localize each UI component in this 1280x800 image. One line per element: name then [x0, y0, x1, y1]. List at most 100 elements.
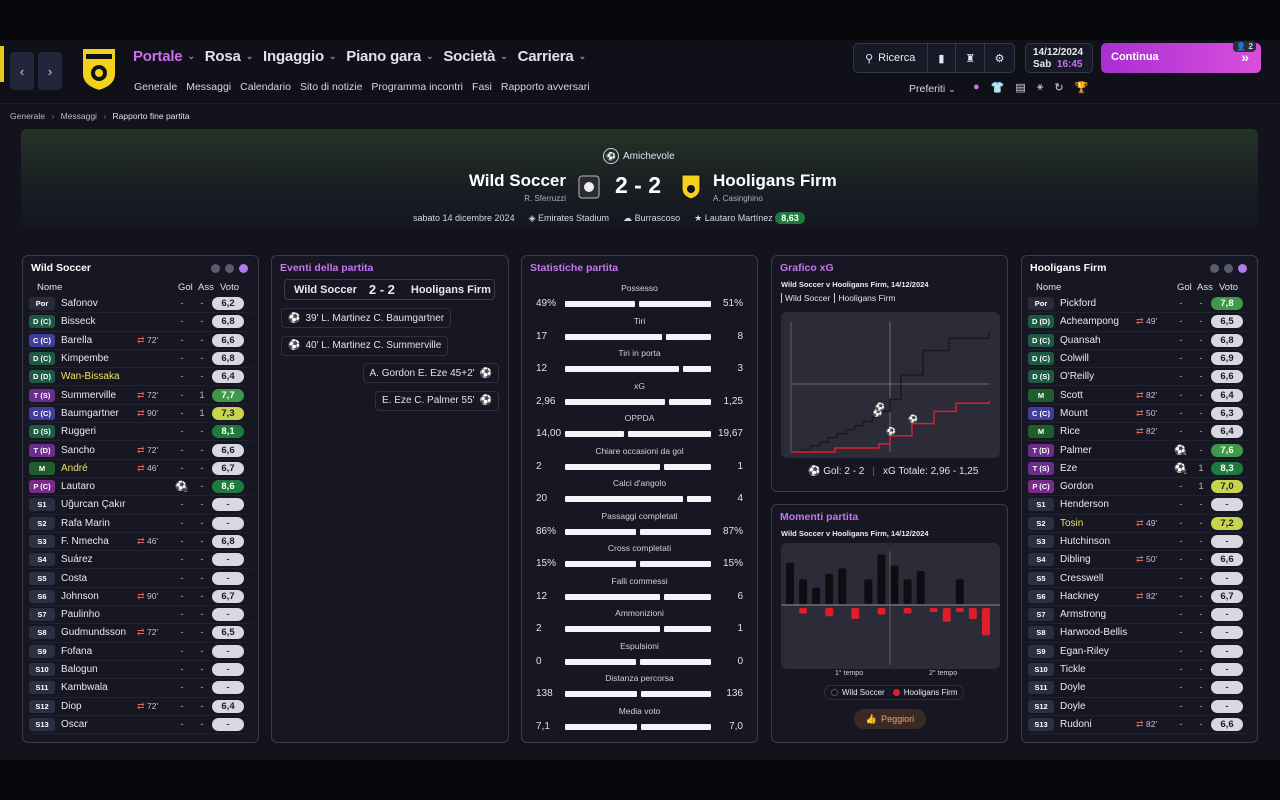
- player-row[interactable]: P (C) Lautaro ⚽ 2-8,6: [29, 478, 252, 497]
- match-event[interactable]: E. Eze C. Palmer 55' ⚽: [375, 390, 499, 411]
- nav-item-2[interactable]: Ingaggio ⌄: [263, 48, 336, 65]
- xg-tab-away[interactable]: Hooligans Firm: [834, 293, 896, 303]
- player-row[interactable]: S2 Rafa Marin - - -: [29, 515, 252, 533]
- forward-button[interactable]: ›: [38, 52, 62, 90]
- breadcrumb-item[interactable]: Messaggi: [61, 111, 97, 121]
- refresh-icon[interactable]: ↻: [1054, 81, 1063, 94]
- player-row[interactable]: S10 Tickle - - -: [1028, 661, 1251, 680]
- nav-item-3[interactable]: Piano gara ⌄: [346, 48, 433, 65]
- player-row[interactable]: S13 Rudoni ⇄ 82' - -6,6: [1028, 716, 1251, 735]
- view-dot[interactable]: [1238, 264, 1247, 273]
- player-row[interactable]: S5 Cresswell - - -: [1028, 569, 1251, 588]
- worst-moments-button[interactable]: 👍 Peggiori: [854, 709, 926, 729]
- player-row[interactable]: S5 Costa - - -: [29, 569, 252, 588]
- favourites-dropdown[interactable]: Preferiti ⌄: [909, 83, 956, 95]
- col-voto[interactable]: Voto: [1219, 282, 1238, 293]
- player-row[interactable]: D (C) Kimpembe - -6,8: [29, 350, 252, 369]
- col-name[interactable]: Nome: [1036, 282, 1061, 293]
- col-ass[interactable]: Ass: [198, 282, 214, 293]
- continue-button[interactable]: Continua » 👤 2: [1101, 41, 1261, 73]
- view-dot[interactable]: [239, 264, 248, 273]
- player-row[interactable]: D (D) Acheampong ⇄ 49' - -6,5: [1028, 313, 1251, 332]
- trophy-icon[interactable]: 🏆: [1075, 81, 1089, 94]
- player-row[interactable]: S8 Gudmundsson ⇄ 72' - -6,5: [29, 624, 252, 643]
- player-row[interactable]: S4 Dibling ⇄ 50' - -6,6: [1028, 551, 1251, 570]
- panel-view-toggle[interactable]: [1210, 264, 1247, 273]
- player-row[interactable]: S11 Kambwala - - -: [29, 679, 252, 698]
- shirt-icon[interactable]: 👕: [991, 81, 1005, 94]
- player-row[interactable]: M André ⇄ 46' - -6,7: [29, 460, 252, 478]
- player-row[interactable]: S8 Harwood-Bellis - - -: [1028, 624, 1251, 643]
- player-row[interactable]: S6 Hackney ⇄ 82' - -6,7: [1028, 588, 1251, 607]
- player-row[interactable]: S2 Tosin ⇄ 49' - -7,2: [1028, 515, 1251, 533]
- player-row[interactable]: S7 Armstrong - - -: [1028, 606, 1251, 625]
- player-row[interactable]: Por Safonov - -6,2: [29, 295, 252, 314]
- player-row[interactable]: D (D) Wan-Bissaka - -6,4: [29, 368, 252, 387]
- player-row[interactable]: S13 Oscar - - -: [29, 716, 252, 735]
- player-row[interactable]: S7 Paulinho - - -: [29, 606, 252, 625]
- player-row[interactable]: S12 Diop ⇄ 72' - -6,4: [29, 698, 252, 716]
- player-row[interactable]: C (C) Mount ⇄ 50' - -6,3: [1028, 405, 1251, 424]
- player-row[interactable]: D (C) Colwill - -6,9: [1028, 350, 1251, 369]
- chat-icon[interactable]: ●: [973, 81, 980, 94]
- date-display[interactable]: 14/12/2024 Sab 16:45: [1025, 43, 1093, 73]
- settings-button[interactable]: ⚙: [985, 44, 1014, 72]
- tactics-icon[interactable]: ⚹: [1037, 81, 1044, 94]
- subnav-item[interactable]: Generale: [134, 81, 177, 93]
- home-team-name[interactable]: Wild Soccer: [469, 171, 566, 191]
- view-dot[interactable]: [225, 264, 234, 273]
- player-row[interactable]: T (S) Summerville ⇄ 72' -1 7,7: [29, 386, 252, 405]
- player-of-match[interactable]: Lautaro Martínez: [705, 213, 773, 223]
- player-row[interactable]: P (C) Gordon -1 7,0: [1028, 478, 1251, 497]
- player-row[interactable]: S10 Balogun - - -: [29, 661, 252, 680]
- subnav-item[interactable]: Messaggi: [186, 81, 231, 93]
- col-name[interactable]: Nome: [37, 282, 62, 293]
- player-row[interactable]: S6 Johnson ⇄ 90' - -6,7: [29, 588, 252, 607]
- nav-item-0[interactable]: Portale ⌄: [133, 48, 195, 65]
- player-row[interactable]: T (D) Palmer ⚽ 1-7,6: [1028, 441, 1251, 460]
- col-gol[interactable]: Gol: [1177, 282, 1192, 293]
- player-row[interactable]: D (C) Bisseck - -6,8: [29, 313, 252, 332]
- player-row[interactable]: Por Pickford - -7,8: [1028, 295, 1251, 314]
- view-dot[interactable]: [1210, 264, 1219, 273]
- player-row[interactable]: S12 Doyle - - -: [1028, 698, 1251, 716]
- view-dot[interactable]: [1224, 264, 1233, 273]
- col-ass[interactable]: Ass: [1197, 282, 1213, 293]
- nav-item-5[interactable]: Carriera ⌄: [518, 48, 587, 65]
- player-row[interactable]: S11 Doyle - - -: [1028, 679, 1251, 698]
- player-row[interactable]: S1 Uğurcan Çakır - - -: [29, 496, 252, 515]
- subnav-item[interactable]: Sito di notizie: [300, 81, 362, 93]
- view-dot[interactable]: [211, 264, 220, 273]
- nav-item-4[interactable]: Società ⌄: [443, 48, 508, 65]
- col-voto[interactable]: Voto: [220, 282, 239, 293]
- back-button[interactable]: ‹: [10, 52, 34, 90]
- player-row[interactable]: S9 Fofana - - -: [29, 643, 252, 661]
- kit-button[interactable]: ♜: [956, 44, 986, 72]
- player-row[interactable]: C (C) Barella ⇄ 72' - -6,6: [29, 332, 252, 350]
- player-row[interactable]: D (S) Ruggeri - -8,1: [29, 423, 252, 442]
- player-row[interactable]: D (C) Quansah - -6,8: [1028, 332, 1251, 350]
- player-row[interactable]: M Rice ⇄ 82' - -6,4: [1028, 423, 1251, 442]
- subnav-item[interactable]: Calendario: [240, 81, 291, 93]
- panel-view-toggle[interactable]: [211, 264, 248, 273]
- subnav-item[interactable]: Rapporto avversari: [501, 81, 590, 93]
- player-row[interactable]: S3 F. Nmecha ⇄ 46' - -6,8: [29, 533, 252, 552]
- xg-tab-home[interactable]: Wild Soccer: [781, 293, 830, 303]
- match-event[interactable]: ⚽ 39' L. Martinez C. Baumgartner: [281, 308, 452, 328]
- col-gol[interactable]: Gol: [178, 282, 193, 293]
- player-row[interactable]: S1 Henderson - - -: [1028, 496, 1251, 515]
- subnav-item[interactable]: Programma incontri: [371, 81, 463, 93]
- player-row[interactable]: C (C) Baumgartner ⇄ 90' -1 7,3: [29, 405, 252, 424]
- nav-item-1[interactable]: Rosa ⌄: [205, 48, 253, 65]
- clipboard-icon[interactable]: ▤: [1015, 81, 1025, 94]
- subnav-item[interactable]: Fasi: [472, 81, 492, 93]
- breadcrumb-item[interactable]: Generale: [10, 111, 45, 121]
- player-row[interactable]: S9 Egan-Riley - - -: [1028, 643, 1251, 661]
- match-event[interactable]: ⚽ 40' L. Martinez C. Summerville: [281, 335, 449, 356]
- player-row[interactable]: S3 Hutchinson - - -: [1028, 533, 1251, 552]
- player-row[interactable]: M Scott ⇄ 82' - -6,4: [1028, 386, 1251, 405]
- match-event[interactable]: A. Gordon E. Eze 45+2' ⚽: [362, 363, 499, 383]
- player-row[interactable]: D (S) O'Reilly - -6,6: [1028, 368, 1251, 387]
- player-row[interactable]: S4 Suárez - - -: [29, 551, 252, 570]
- away-team-name[interactable]: Hooligans Firm: [713, 171, 837, 191]
